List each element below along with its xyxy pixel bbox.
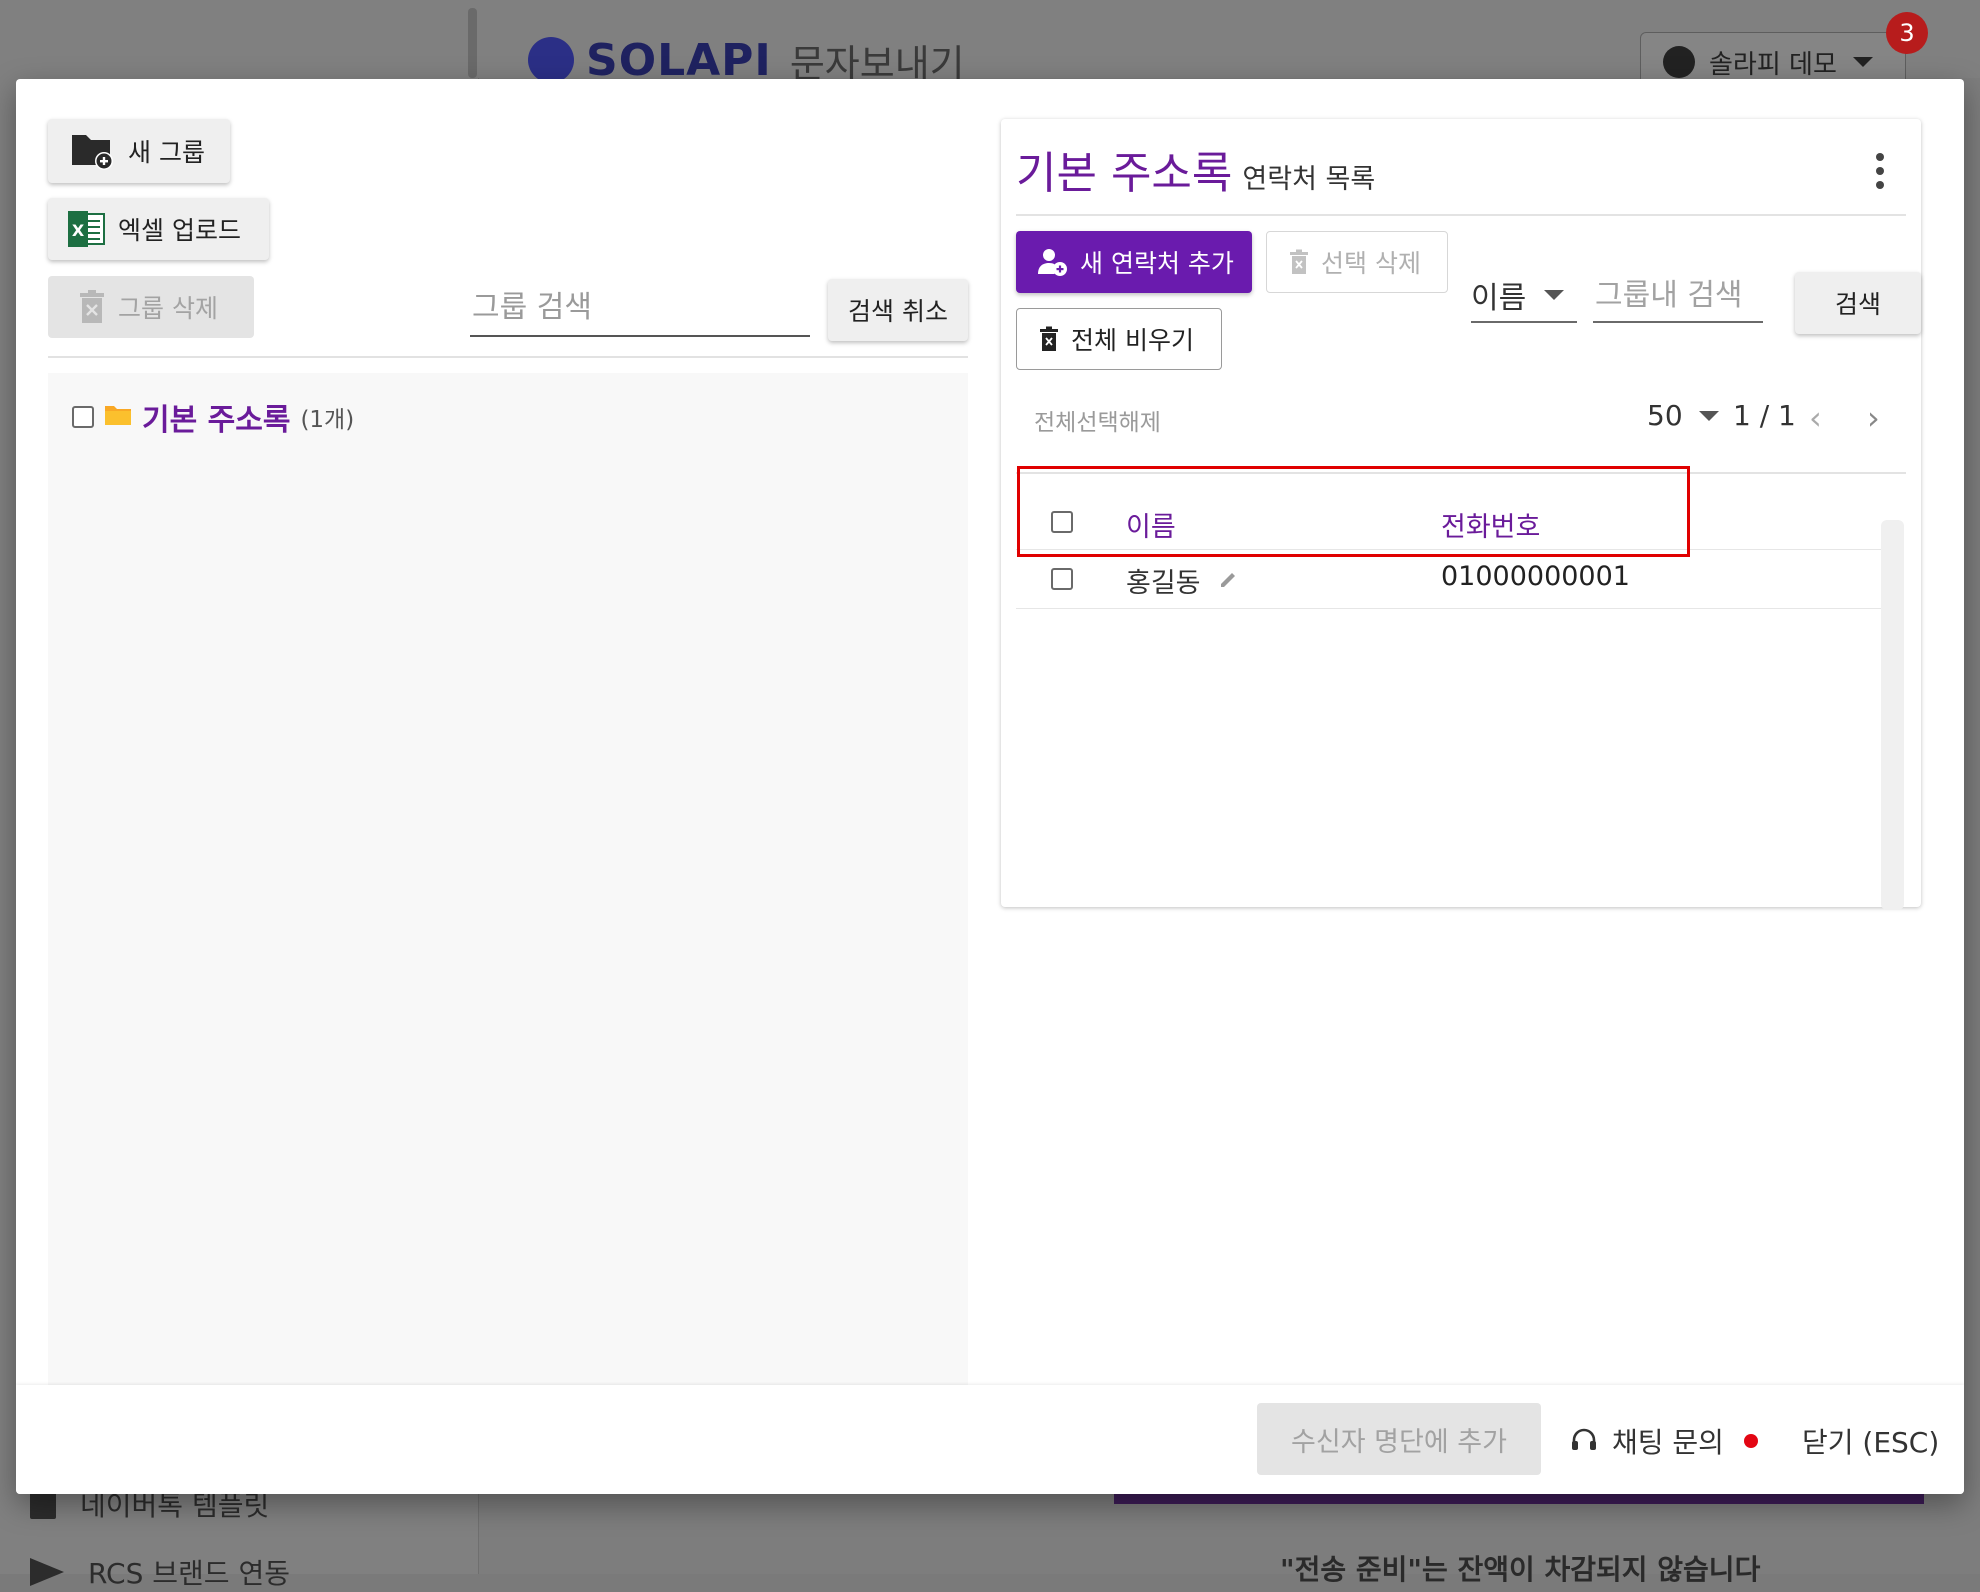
background-scrollbar (468, 8, 477, 78)
page-size-value: 50 (1647, 399, 1683, 432)
status-dot (1743, 1434, 1758, 1448)
clear-all-label: 전체 비우기 (1071, 326, 1194, 355)
new-group-label: 새 그룹 (128, 138, 205, 167)
send-icon (30, 1558, 64, 1586)
divider (1016, 214, 1906, 216)
add-to-recipients-button[interactable]: 수신자 명단에 추가 (1257, 1403, 1541, 1475)
more-vertical-icon[interactable] (1875, 153, 1885, 189)
account-icon (1663, 46, 1695, 78)
delete-selected-label: 선택 삭제 (1321, 249, 1421, 278)
address-book-title: 기본 주소록 (1016, 148, 1233, 199)
group-item-default[interactable]: 기본 주소록 (1개) (72, 395, 354, 439)
address-book-dialog: 새 그룹 X 엑셀 업로드 그룹 삭제 그룹 검색 검색 취소 기본 주소록 (… (16, 79, 1964, 1494)
logo-mark-icon (528, 37, 574, 83)
solapi-logo: SOLAPI 문자보내기 (528, 35, 965, 86)
folder-icon (104, 403, 132, 431)
group-checkbox[interactable] (72, 406, 94, 428)
contact-name: 홍길동 (1126, 568, 1201, 599)
group-list: 기본 주소록 (1개) (48, 373, 968, 1494)
group-search-input[interactable] (470, 279, 814, 335)
table-row[interactable]: 홍길동 01000000001 (1016, 550, 1881, 609)
chat-inquiry-button[interactable]: 채팅 문의 (1570, 1421, 1758, 1461)
close-button[interactable]: 닫기 (ESC) (1802, 1421, 1939, 1461)
excel-icon: X (66, 209, 106, 249)
table-scrollbar[interactable] (1881, 520, 1904, 910)
folder-plus-icon (70, 131, 116, 171)
search-label: 검색 (1834, 290, 1881, 319)
search-field-value: 이름 (1471, 281, 1527, 316)
chevron-right-icon[interactable]: › (1867, 399, 1880, 437)
group-count: (1개) (300, 407, 355, 433)
delete-selected-button[interactable]: 선택 삭제 (1266, 231, 1448, 293)
group-name[interactable]: 기본 주소록 (142, 395, 290, 439)
caret-down-icon (1544, 290, 1565, 300)
search-field-select[interactable]: 이름 (1471, 269, 1577, 323)
address-book-subtitle: 연락처 목록 (1242, 164, 1376, 195)
new-group-button[interactable]: 새 그룹 (48, 119, 230, 183)
excel-upload-label: 엑셀 업로드 (118, 216, 241, 245)
headset-icon (1570, 1427, 1598, 1455)
chat-inquiry-label: 채팅 문의 (1612, 1426, 1724, 1459)
card-title: 기본 주소록 연락처 목록 (1016, 137, 1375, 201)
page-size-select[interactable]: 50 (1647, 399, 1719, 432)
delete-group-label: 그룹 삭제 (118, 294, 218, 323)
page-info: 1 / 1 (1733, 399, 1796, 432)
delete-group-button[interactable]: 그룹 삭제 (48, 276, 254, 338)
excel-upload-button[interactable]: X 엑셀 업로드 (48, 198, 269, 260)
caret-down-icon (1852, 57, 1873, 67)
group-search-field[interactable] (470, 279, 814, 337)
add-contact-label: 새 연락처 추가 (1080, 249, 1234, 278)
svg-text:X: X (72, 221, 85, 240)
group-contact-search-field[interactable] (1593, 269, 1767, 323)
divider (48, 356, 968, 358)
user-name: 솔라피 데모 (1709, 49, 1837, 80)
add-contact-button[interactable]: 새 연락처 추가 (1016, 231, 1252, 293)
search-cancel-label: 검색 취소 (848, 297, 948, 326)
trash-icon (1289, 249, 1309, 275)
trash-icon (1039, 326, 1059, 352)
notification-badge: 3 (1886, 12, 1928, 54)
person-add-icon (1038, 247, 1068, 277)
search-button[interactable]: 검색 (1795, 272, 1921, 334)
chevron-left-icon[interactable]: ‹ (1809, 399, 1822, 437)
deselect-all-link[interactable]: 전체선택해제 (1034, 403, 1161, 437)
background-footnote: "전송 준비"는 잔액이 차감되지 않습니다 (1280, 1553, 1761, 1586)
row-checkbox[interactable] (1051, 568, 1073, 590)
group-contact-search-input[interactable] (1593, 269, 1767, 321)
clear-all-button[interactable]: 전체 비우기 (1016, 308, 1222, 370)
trash-icon (78, 289, 106, 325)
brand-name: SOLAPI (586, 34, 772, 86)
caret-down-icon (1698, 410, 1719, 421)
highlight-box (1017, 466, 1690, 557)
search-cancel-button[interactable]: 검색 취소 (828, 279, 968, 341)
pencil-icon[interactable] (1218, 568, 1240, 594)
nav-item-label: RCS 브랜드 연동 (88, 1557, 290, 1590)
contact-phone: 01000000001 (1441, 561, 1630, 592)
nav-item-rcs-brand: RCS 브랜드 연동 (30, 1552, 290, 1592)
